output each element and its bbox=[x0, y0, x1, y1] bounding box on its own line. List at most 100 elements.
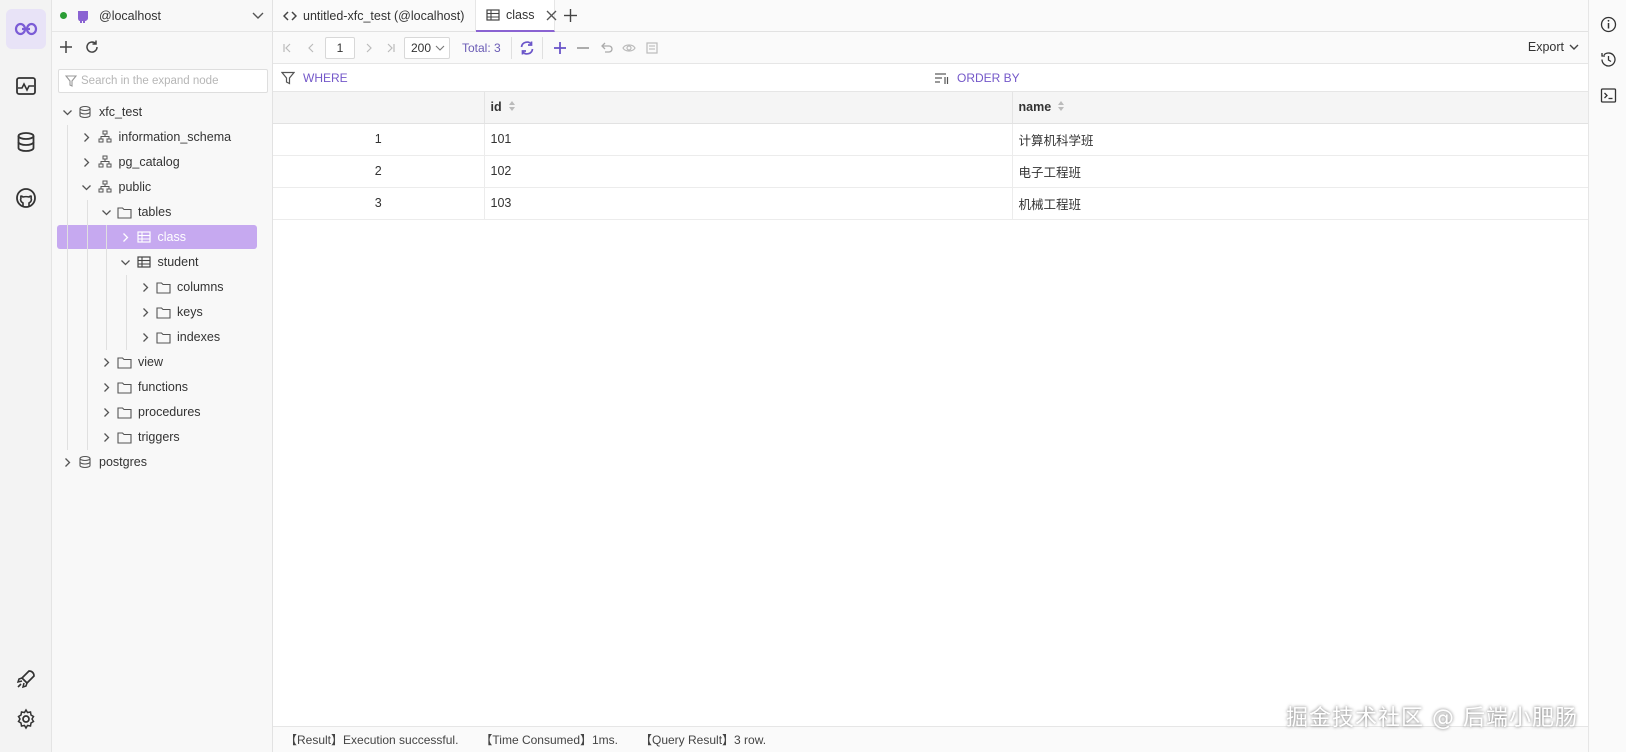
connection-status-dot bbox=[60, 12, 67, 19]
chevron-right-icon[interactable] bbox=[98, 404, 114, 420]
chevron-right-icon[interactable] bbox=[137, 329, 153, 345]
history-icon[interactable] bbox=[1598, 49, 1618, 69]
tree-node-functions[interactable]: functions bbox=[98, 375, 188, 399]
tree-node-procedures[interactable]: procedures bbox=[98, 400, 201, 424]
tree-node-label: pg_catalog bbox=[118, 155, 180, 169]
connection-icon[interactable] bbox=[6, 9, 46, 49]
table-row[interactable]: 2 102 电子工程班 bbox=[273, 155, 1589, 188]
refresh-icon[interactable] bbox=[84, 39, 100, 58]
tree-node-information-schema[interactable]: information_schema bbox=[79, 125, 231, 149]
cell-id[interactable]: 102 bbox=[484, 155, 1013, 188]
table-row[interactable]: 3 103 机械工程班 bbox=[273, 187, 1589, 220]
folder-icon bbox=[155, 304, 171, 320]
prev-page-icon[interactable] bbox=[300, 37, 322, 59]
chevron-right-icon[interactable] bbox=[59, 454, 75, 470]
refresh-icon[interactable] bbox=[516, 37, 538, 59]
tree-node-label: keys bbox=[177, 305, 203, 319]
tree-node-view[interactable]: view bbox=[98, 350, 163, 374]
chevron-down-icon[interactable] bbox=[79, 179, 95, 195]
tab-query-editor[interactable]: untitled-xfc_test (@localhost) bbox=[273, 0, 476, 32]
connection-label: @localhost bbox=[99, 8, 162, 23]
tree-node-label: public bbox=[118, 180, 152, 194]
postgres-elephant-icon bbox=[75, 8, 91, 24]
sort-icon[interactable] bbox=[508, 100, 516, 115]
settings-gear-icon[interactable] bbox=[6, 699, 46, 739]
sort-icon[interactable] bbox=[1057, 100, 1065, 115]
folder-icon bbox=[116, 354, 132, 370]
cell-id[interactable]: 103 bbox=[484, 187, 1013, 220]
chevron-right-icon[interactable] bbox=[137, 279, 153, 295]
chevron-down-icon[interactable] bbox=[59, 104, 75, 120]
cell-name[interactable]: 电子工程班 bbox=[1012, 155, 1589, 188]
tree-node-tables[interactable]: tables bbox=[98, 200, 171, 224]
chevron-down-icon bbox=[1568, 41, 1580, 53]
chevron-down-icon[interactable] bbox=[98, 204, 114, 220]
close-icon[interactable] bbox=[546, 10, 557, 21]
tree-node-indexes[interactable]: indexes bbox=[137, 325, 220, 349]
tree-search[interactable] bbox=[58, 69, 268, 93]
chevron-right-icon[interactable] bbox=[98, 429, 114, 445]
add-connection-icon[interactable] bbox=[58, 39, 74, 58]
tree-search-input[interactable] bbox=[81, 75, 261, 87]
info-icon[interactable] bbox=[1598, 14, 1618, 34]
last-page-icon[interactable] bbox=[380, 37, 402, 59]
database-icon[interactable] bbox=[6, 122, 46, 162]
tree-node-columns[interactable]: columns bbox=[137, 275, 224, 299]
chevron-right-icon[interactable] bbox=[79, 154, 95, 170]
export-button[interactable]: Export bbox=[1528, 40, 1580, 54]
terminal-icon[interactable] bbox=[1598, 85, 1618, 105]
chevron-right-icon[interactable] bbox=[137, 304, 153, 320]
tree-indent-guide bbox=[125, 275, 127, 350]
tab-class[interactable]: class bbox=[476, 0, 557, 32]
row-number-header bbox=[273, 92, 485, 124]
undo-icon[interactable] bbox=[595, 37, 617, 59]
tree-node-triggers[interactable]: triggers bbox=[98, 425, 180, 449]
chevron-right-icon[interactable] bbox=[79, 129, 95, 145]
github-icon[interactable] bbox=[6, 178, 46, 218]
cell-name[interactable]: 机械工程班 bbox=[1012, 187, 1589, 220]
rocket-icon[interactable] bbox=[6, 659, 46, 699]
delete-row-icon[interactable] bbox=[572, 37, 594, 59]
connection-selector[interactable]: @localhost bbox=[52, 0, 273, 32]
column-header-id[interactable]: id bbox=[484, 92, 1013, 124]
folder-icon bbox=[116, 429, 132, 445]
tree-node-public[interactable]: public bbox=[79, 175, 152, 199]
tree-node-xfc-test[interactable]: xfc_test bbox=[59, 100, 142, 124]
schema-icon bbox=[97, 129, 113, 145]
toolbar-divider bbox=[541, 36, 543, 59]
chevron-right-icon[interactable] bbox=[118, 229, 134, 245]
cell-name[interactable]: 计算机科学班 bbox=[1012, 123, 1589, 156]
code-icon bbox=[283, 9, 297, 23]
chevron-down-icon[interactable] bbox=[118, 254, 134, 270]
save-icon[interactable] bbox=[641, 37, 663, 59]
tab-label: class bbox=[506, 8, 535, 22]
tree-node-pg-catalog[interactable]: pg_catalog bbox=[79, 150, 180, 174]
where-filter[interactable]: WHERE bbox=[281, 64, 348, 92]
order-by-filter[interactable]: ORDER BY bbox=[934, 64, 1020, 92]
new-tab-icon[interactable] bbox=[563, 8, 578, 26]
schema-icon bbox=[97, 179, 113, 195]
add-row-icon[interactable] bbox=[549, 37, 571, 59]
database-icon bbox=[77, 454, 93, 470]
column-header-name[interactable]: name bbox=[1012, 92, 1589, 124]
table-row[interactable]: 1 101 计算机科学班 bbox=[273, 123, 1589, 156]
tree-node-postgres[interactable]: postgres bbox=[59, 450, 147, 474]
status-result: 【Result】Execution successful. bbox=[285, 733, 459, 747]
tree-node-student[interactable]: student bbox=[118, 250, 199, 274]
first-page-icon[interactable] bbox=[276, 37, 298, 59]
tree-indent-guide bbox=[86, 200, 88, 450]
chevron-down-icon[interactable] bbox=[251, 9, 265, 26]
page-size-select[interactable]: 200 bbox=[404, 36, 450, 59]
preview-eye-icon[interactable] bbox=[618, 37, 640, 59]
tab-bar: untitled-xfc_test (@localhost) class bbox=[273, 0, 1588, 32]
tree-node-keys[interactable]: keys bbox=[137, 300, 203, 324]
chevron-right-icon[interactable] bbox=[98, 354, 114, 370]
monitor-icon[interactable] bbox=[6, 66, 46, 106]
cell-id[interactable]: 101 bbox=[484, 123, 1013, 156]
chevron-right-icon[interactable] bbox=[98, 379, 114, 395]
page-number-input[interactable] bbox=[325, 36, 355, 59]
sort-lines-icon bbox=[934, 71, 949, 85]
tree-node-label: tables bbox=[138, 205, 172, 219]
next-page-icon[interactable] bbox=[358, 37, 380, 59]
result-table: id name 1 101 计算机科学班 2 102 电子工程班 3 103 机… bbox=[273, 92, 1589, 220]
